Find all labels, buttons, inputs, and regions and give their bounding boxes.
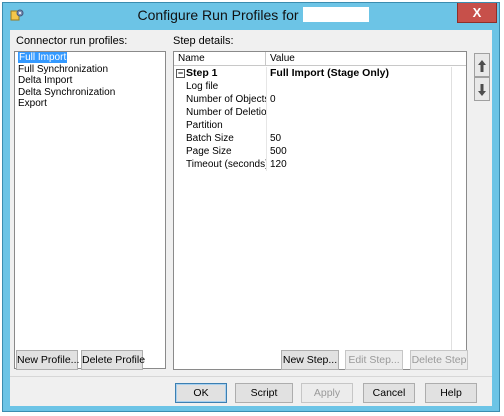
property-value: 0	[270, 94, 276, 105]
title-redacted-block	[302, 7, 369, 22]
property-value: 120	[270, 159, 287, 170]
profile-item-delta-import[interactable]: Delta Import	[15, 75, 165, 87]
footer-divider	[10, 376, 492, 377]
step-value: Full Import (Stage Only)	[270, 67, 390, 79]
property-name: Number of Objects	[186, 94, 266, 105]
profile-item-label: Delta Synchronization	[18, 86, 116, 98]
step-details-grid[interactable]: Name Value − Step 1 Full Import (Stage O…	[173, 51, 467, 370]
property-name: Log file	[186, 81, 219, 92]
new-profile-button[interactable]: New Profile...	[16, 350, 79, 370]
arrow-up-icon	[477, 60, 487, 76]
property-name: Partition	[186, 120, 223, 131]
grid-row[interactable]: Timeout (seconds) 120	[174, 158, 450, 171]
property-value	[270, 106, 450, 119]
property-name: Number of Deletions	[186, 107, 266, 118]
collapse-icon[interactable]: −	[176, 69, 185, 78]
grid-row-step[interactable]: − Step 1 Full Import (Stage Only)	[174, 67, 450, 80]
cancel-button[interactable]: Cancel	[363, 383, 415, 403]
close-button[interactable]: X	[457, 3, 497, 23]
new-step-button[interactable]: New Step...	[281, 350, 339, 370]
apply-button[interactable]: Apply	[301, 383, 353, 403]
grid-row[interactable]: Page Size 500	[174, 145, 450, 158]
step-details-label: Step details:	[173, 35, 234, 47]
connector-run-profiles-label: Connector run profiles:	[16, 35, 128, 47]
dialog-client-area: Connector run profiles: Step details: Fu…	[10, 30, 492, 406]
title-bar[interactable]: Configure Run Profiles for X	[3, 3, 499, 27]
grid-row[interactable]: Batch Size 50	[174, 132, 450, 145]
script-button[interactable]: Script	[235, 383, 293, 403]
profile-item-export[interactable]: Export	[15, 98, 165, 110]
help-button[interactable]: Help	[425, 383, 477, 403]
step-name: Step 1	[186, 67, 218, 79]
grid-row[interactable]: Partition	[174, 119, 450, 132]
delete-step-button[interactable]: Delete Step	[410, 350, 468, 370]
move-step-down-button[interactable]	[474, 77, 490, 101]
grid-row[interactable]: Number of Deletions	[174, 106, 450, 119]
profile-item-delta-synchronization[interactable]: Delta Synchronization	[15, 87, 165, 99]
grid-row[interactable]: Log file	[174, 80, 450, 93]
close-icon: X	[472, 5, 482, 20]
dialog-window: Configure Run Profiles for X Connector r…	[2, 2, 500, 412]
column-header-name[interactable]: Name	[174, 52, 266, 66]
column-header-value[interactable]: Value	[266, 52, 466, 66]
property-value	[270, 119, 450, 132]
property-name: Batch Size	[186, 133, 234, 144]
profile-item-full-import[interactable]: Full Import	[15, 52, 165, 64]
property-name: Page Size	[186, 146, 232, 157]
window-title-text: Configure Run Profiles for	[137, 7, 299, 23]
ok-button[interactable]: OK	[175, 383, 227, 403]
profile-item-full-synchronization[interactable]: Full Synchronization	[15, 64, 165, 76]
move-step-up-button[interactable]	[474, 53, 490, 77]
arrow-down-icon	[477, 84, 487, 100]
profile-item-label: Delta Import	[18, 75, 73, 86]
profile-item-label: Full Import	[18, 52, 68, 63]
grid-row[interactable]: Number of Objects 0	[174, 93, 450, 106]
property-value	[270, 80, 450, 93]
grid-scrollbar-track[interactable]	[451, 67, 466, 369]
profile-item-label: Full Synchronization	[18, 63, 109, 75]
property-value: 50	[270, 133, 282, 144]
window-title: Configure Run Profiles for	[123, 6, 383, 24]
grid-header: Name Value	[174, 52, 466, 66]
app-gear-icon[interactable]	[10, 8, 24, 22]
property-value: 500	[270, 146, 287, 157]
edit-step-button[interactable]: Edit Step...	[345, 350, 403, 370]
property-name: Timeout (seconds)	[186, 159, 266, 170]
run-profiles-listbox[interactable]: Full Import Full Synchronization Delta I…	[14, 51, 166, 369]
profile-item-label: Export	[18, 98, 47, 109]
delete-profile-button[interactable]: Delete Profile	[81, 350, 145, 370]
